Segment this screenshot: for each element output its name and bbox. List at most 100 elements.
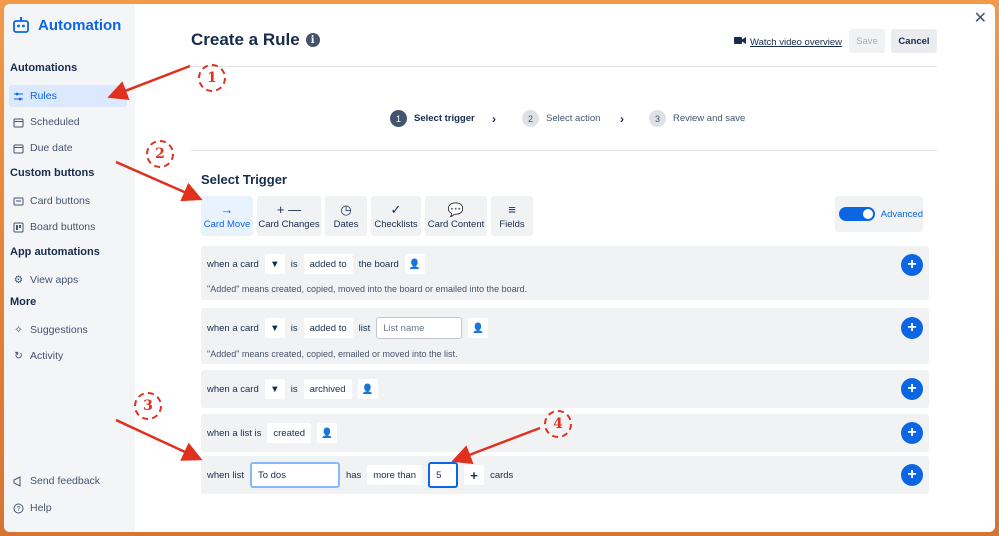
rule-note: "Added" means created, copied, moved int…: [207, 284, 528, 294]
close-icon[interactable]: ✕: [974, 8, 987, 28]
tab-card-changes[interactable]: + — Card Changes: [257, 196, 321, 236]
sidebar-item-label: Suggestions: [30, 324, 88, 336]
help-link[interactable]: ? Help: [9, 497, 127, 519]
save-button[interactable]: Save: [849, 29, 885, 53]
sidebar-heading-custom-buttons: Custom buttons: [10, 167, 95, 179]
cancel-button[interactable]: Cancel: [891, 29, 937, 53]
refresh-icon: ↻: [14, 350, 23, 362]
list-name-input[interactable]: To dos: [249, 462, 340, 488]
rule-text: is: [290, 258, 298, 270]
sidebar-item-label: Activity: [30, 350, 64, 362]
chevron-right-icon: ›: [620, 112, 624, 126]
sidebar-item-due-date[interactable]: Due date: [9, 137, 127, 159]
rule-text: when a card: [207, 383, 259, 395]
divider: [191, 150, 937, 151]
arrow-right-icon: →: [220, 201, 234, 217]
rule-text: when a list is: [207, 427, 262, 439]
page-title: Create a Rule i: [191, 30, 320, 50]
sidebar-item-label: Rules: [30, 90, 57, 102]
help-icon: ?: [13, 503, 24, 514]
sliders-icon: [13, 91, 24, 102]
video-camera-icon: [734, 36, 746, 48]
action-select[interactable]: created: [267, 423, 312, 443]
action-select[interactable]: added to: [303, 318, 353, 338]
sidebar-item-view-apps[interactable]: ⚙ View apps: [9, 269, 127, 291]
brand[interactable]: Automation: [12, 16, 121, 34]
video-link-label: Watch video overview: [750, 36, 843, 48]
plus-icon[interactable]: +: [464, 465, 485, 485]
watch-video-link[interactable]: Watch video overview: [734, 36, 842, 48]
list-icon: ≡: [508, 201, 516, 217]
action-select[interactable]: added to: [303, 254, 353, 274]
add-trigger-button[interactable]: +: [901, 378, 923, 400]
filter-icon[interactable]: ▼: [264, 318, 285, 338]
sidebar-heading-app-automations: App automations: [10, 246, 100, 258]
sidebar-item-scheduled[interactable]: Scheduled: [9, 111, 127, 133]
person-icon[interactable]: 👤: [468, 318, 489, 338]
comparison-select[interactable]: more than: [367, 465, 423, 485]
sidebar-item-label: View apps: [30, 274, 79, 286]
add-trigger-button[interactable]: +: [901, 422, 923, 444]
clock-icon: ◷: [340, 201, 352, 217]
advanced-toggle[interactable]: Advanced: [835, 196, 923, 232]
toggle-switch[interactable]: [839, 207, 875, 221]
robot-icon: [13, 17, 29, 33]
sidebar-item-label: Due date: [30, 142, 73, 154]
annotation-marker: 4: [544, 410, 572, 438]
tab-card-content[interactable]: 💬 Card Content: [425, 196, 487, 236]
tab-label: Fields: [499, 219, 525, 230]
step-select-action[interactable]: 2 Select action: [522, 110, 600, 127]
trigger-rule-card-archived[interactable]: when a card ▼ is archived 👤 +: [201, 370, 929, 408]
sidebar-item-board-buttons[interactable]: Board buttons: [9, 216, 127, 238]
info-icon[interactable]: i: [305, 33, 320, 47]
annotation-marker: 1: [198, 64, 226, 92]
tab-dates[interactable]: ◷ Dates: [325, 196, 367, 236]
advanced-label: Advanced: [880, 208, 923, 220]
sidebar-item-label: Send feedback: [30, 475, 101, 487]
tab-fields[interactable]: ≡ Fields: [491, 196, 533, 236]
rule-text: has: [345, 469, 362, 481]
add-trigger-button[interactable]: +: [901, 317, 923, 339]
card-count-input[interactable]: 5: [428, 462, 459, 488]
trigger-rule-list-card-count[interactable]: when list To dos has more than 5 + cards…: [201, 456, 929, 494]
divider: [191, 66, 937, 67]
sidebar-heading-more: More: [10, 296, 37, 308]
chevron-right-icon: ›: [492, 112, 496, 126]
sidebar-item-card-buttons[interactable]: Card buttons: [9, 190, 127, 212]
comment-icon: 💬: [447, 201, 465, 217]
rule-text: list: [358, 322, 371, 334]
list-name-input[interactable]: List name: [376, 317, 463, 339]
tab-checklists[interactable]: ✓ Checklists: [371, 196, 421, 236]
person-icon[interactable]: 👤: [317, 423, 338, 443]
sidebar-item-suggestions[interactable]: ✧ Suggestions: [9, 319, 127, 341]
sidebar-item-rules[interactable]: Rules: [9, 85, 127, 107]
rule-note: "Added" means created, copied, emailed o…: [207, 349, 458, 359]
section-title: Select Trigger: [201, 172, 287, 187]
step-select-trigger[interactable]: 1 Select trigger: [390, 110, 475, 127]
filter-icon[interactable]: ▼: [264, 379, 285, 399]
svg-text:?: ?: [17, 506, 21, 513]
filter-icon[interactable]: ▼: [264, 254, 285, 274]
sidebar-item-label: Board buttons: [30, 221, 96, 233]
rule-text: is: [290, 322, 298, 334]
add-trigger-button[interactable]: +: [901, 464, 923, 486]
send-feedback-link[interactable]: Send feedback: [9, 470, 127, 492]
annotation-marker: 3: [134, 392, 162, 420]
rule-text: when a card: [207, 258, 259, 270]
trigger-rule-card-added-list[interactable]: when a card ▼ is added to list List name…: [201, 308, 929, 364]
add-trigger-button[interactable]: +: [901, 254, 923, 276]
step-number: 3: [649, 110, 666, 127]
rule-text: cards: [490, 469, 514, 481]
step-label: Review and save: [673, 113, 746, 124]
sidebar-item-activity[interactable]: ↻ Activity: [9, 345, 127, 367]
person-icon[interactable]: 👤: [404, 254, 425, 274]
check-icon: ✓: [390, 201, 402, 217]
step-number: 1: [390, 110, 407, 127]
step-review-save[interactable]: 3 Review and save: [649, 110, 745, 127]
trigger-rule-card-added-board[interactable]: when a card ▼ is added to the board 👤 "A…: [201, 246, 929, 300]
tab-card-move[interactable]: → Card Move: [201, 196, 253, 236]
board-icon: [13, 222, 24, 233]
person-icon[interactable]: 👤: [357, 379, 378, 399]
tab-label: Card Changes: [258, 219, 320, 230]
action-select[interactable]: archived: [303, 379, 352, 399]
